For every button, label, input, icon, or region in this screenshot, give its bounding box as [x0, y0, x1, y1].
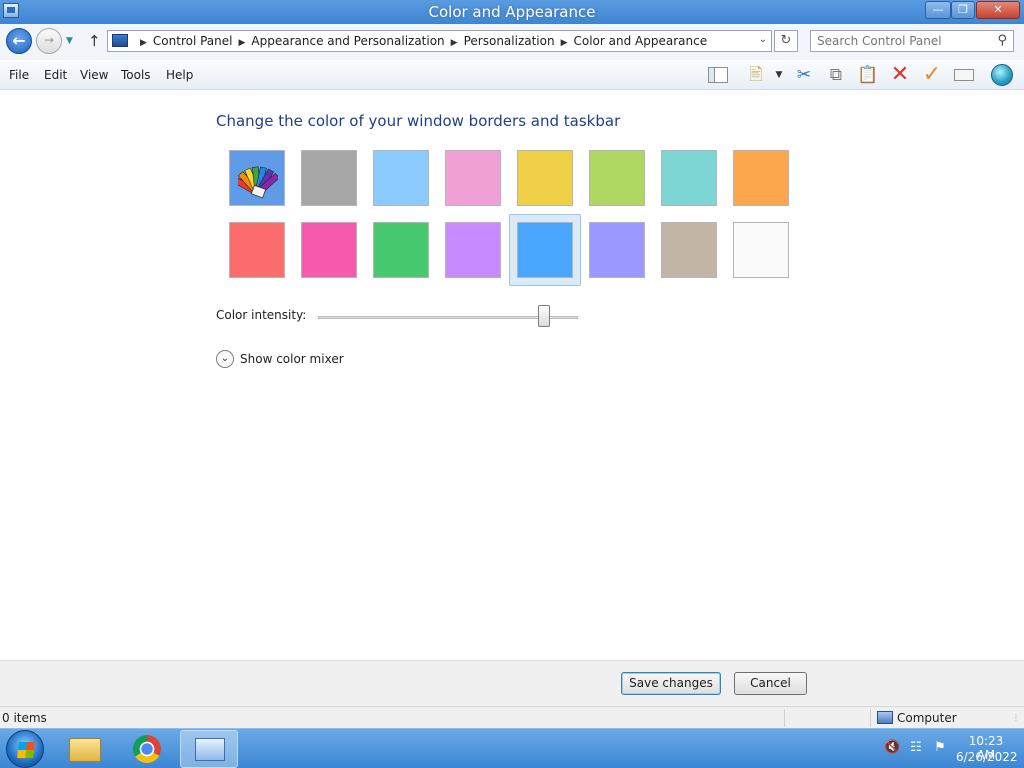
breadcrumb: ▶ Control Panel ▶ Appearance and Personaliz… [134, 34, 707, 48]
menu-tools[interactable]: Tools [121, 68, 151, 82]
control-panel-icon [195, 738, 225, 761]
control-panel-icon [112, 34, 128, 47]
resize-grip-icon[interactable]: ⋮ [1012, 713, 1020, 725]
chevron-right-icon[interactable]: ▶ [239, 38, 246, 48]
computer-icon [877, 711, 893, 724]
preview-pane-icon[interactable] [706, 64, 730, 86]
taskbar-control-panel[interactable] [180, 730, 238, 768]
breadcrumb-color-and-appearance[interactable]: Color and Appearance [574, 34, 708, 48]
color-swatch-green[interactable] [373, 222, 429, 278]
color-swatch-yellow[interactable] [517, 150, 573, 206]
close-button[interactable]: ✕ [976, 1, 1020, 19]
network-icon[interactable]: ☷ [908, 740, 924, 756]
check-icon[interactable]: ✓ [920, 64, 944, 86]
forward-button[interactable]: → [36, 28, 62, 54]
chevron-right-icon[interactable]: ▶ [451, 38, 458, 48]
folder-icon [69, 738, 101, 762]
taskbar: 🔇 ☷ ⚑ 10:23 AM 6/26/2022 [0, 728, 1024, 768]
color-swatch-light-blue[interactable] [373, 150, 429, 206]
delete-icon[interactable]: ✕ [888, 64, 912, 86]
color-swatch-white[interactable] [733, 222, 789, 278]
menu-bar: File Edit View Tools Help 🖹 ▼ ✂ ⧉ 📋 ✕ ✓ [0, 60, 1024, 90]
page-heading: Change the color of your window borders … [216, 112, 621, 130]
menu-view[interactable]: View [80, 68, 108, 82]
status-bar: 0 items Computer ⋮ [0, 706, 1024, 728]
menu-file[interactable]: File [9, 68, 29, 82]
cancel-button[interactable]: Cancel [734, 672, 807, 695]
status-location: Computer [897, 711, 957, 725]
chrome-icon [133, 735, 161, 763]
menu-help[interactable]: Help [166, 68, 193, 82]
window-title: Color and Appearance [428, 3, 596, 21]
color-intensity-slider-thumb[interactable] [538, 305, 551, 327]
status-divider [784, 709, 785, 727]
minimize-button[interactable]: — [925, 1, 951, 19]
copy-icon[interactable]: ⧉ [824, 64, 848, 86]
up-arrow-icon[interactable]: ↑ [88, 32, 102, 50]
color-swatch-red[interactable] [229, 222, 285, 278]
paste-icon[interactable]: 📋 [856, 64, 880, 86]
maximize-button[interactable]: ❐ [951, 1, 975, 19]
clock-date[interactable]: 6/26/2022 [956, 750, 1018, 764]
properties-icon[interactable]: 🖹 [744, 64, 768, 86]
chevron-down-icon[interactable]: ⌄ [216, 350, 234, 368]
color-swatch-violet[interactable] [445, 222, 501, 278]
button-row: Save changes Cancel [0, 660, 1024, 706]
search-icon[interactable]: ⚲ [997, 33, 1007, 48]
color-intensity-label: Color intensity: [216, 308, 307, 322]
breadcrumb-personalization[interactable]: Personalization [464, 34, 555, 48]
chevron-right-icon: ▶ [140, 38, 147, 48]
color-swatch-teal[interactable] [661, 150, 717, 206]
taskbar-chrome[interactable] [118, 730, 176, 768]
address-dropdown-icon[interactable]: ⌄ [759, 34, 767, 45]
back-button[interactable]: ← [6, 28, 32, 54]
windows-logo-icon [17, 742, 35, 758]
save-changes-button[interactable]: Save changes [621, 672, 721, 695]
chevron-right-icon[interactable]: ▶ [561, 38, 568, 48]
color-swatch-orange[interactable] [733, 150, 789, 206]
globe-icon[interactable] [990, 64, 1014, 86]
color-swatch-magenta[interactable] [301, 222, 357, 278]
status-divider [870, 709, 871, 727]
breadcrumb-appearance-and-personalization[interactable]: Appearance and Personalization [251, 34, 444, 48]
action-center-flag-icon[interactable]: ⚑ [932, 740, 948, 756]
rename-icon[interactable] [952, 64, 976, 86]
breadcrumb-control-panel[interactable]: Control Panel [153, 34, 233, 48]
navigation-bar: ← → ▼ ↑ ▶ Control Panel ▶ Appearance and Pe… [0, 24, 1024, 60]
color-swatch-taupe[interactable] [661, 222, 717, 278]
item-count: 0 items [2, 711, 47, 725]
color-palette-icon [238, 166, 278, 199]
volume-muted-icon[interactable]: 🔇 [884, 740, 900, 756]
search-box[interactable]: ⚲ [810, 30, 1014, 52]
title-bar: Color and Appearance — ❐ ✕ [0, 0, 1024, 24]
color-swatch-automatic[interactable] [229, 150, 285, 206]
color-swatch-gray[interactable] [301, 150, 357, 206]
main-content: Change the color of your window borders … [0, 91, 1024, 660]
refresh-button[interactable]: ↻ [774, 30, 798, 52]
color-swatch-pink[interactable] [445, 150, 501, 206]
search-input[interactable] [817, 34, 987, 48]
color-swatch-lime[interactable] [589, 150, 645, 206]
properties-dropdown-icon[interactable]: ▼ [772, 64, 786, 86]
recent-locations-dropdown[interactable]: ▼ [66, 36, 78, 46]
color-swatch-periwinkle[interactable] [589, 222, 645, 278]
start-button[interactable] [6, 730, 44, 768]
color-swatch-blue[interactable] [517, 222, 573, 278]
cut-icon[interactable]: ✂ [792, 64, 816, 86]
address-bar[interactable]: ▶ Control Panel ▶ Appearance and Personaliz… [107, 30, 772, 52]
taskbar-file-explorer[interactable] [56, 730, 114, 768]
menu-edit[interactable]: Edit [44, 68, 67, 82]
show-color-mixer-label[interactable]: Show color mixer [240, 352, 344, 366]
